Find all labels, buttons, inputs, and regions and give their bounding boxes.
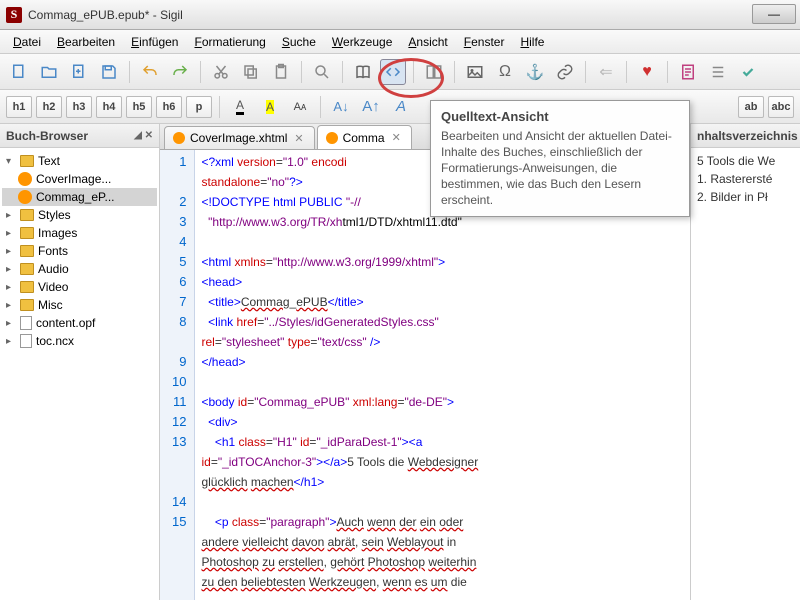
tooltip-body: Bearbeiten und Ansicht der aktuellen Dat… (441, 128, 679, 208)
sidebar: Buch-Browser ◢ ✕ ▾TextCoverImage...Comma… (0, 124, 160, 600)
tree-item[interactable]: ▸content.opf (2, 314, 157, 332)
tree-item[interactable]: ▸Misc (2, 296, 157, 314)
toc-item[interactable]: 2. Bilder in Pł (697, 188, 794, 206)
tree-item[interactable]: ▸Fonts (2, 242, 157, 260)
menu-suche[interactable]: Suche (275, 33, 323, 51)
cut-icon[interactable] (208, 59, 234, 85)
heading-h4-button[interactable]: h4 (96, 96, 122, 118)
image-icon[interactable] (462, 59, 488, 85)
tree-item[interactable]: ▸Styles (2, 206, 157, 224)
tree-item[interactable]: ▸Audio (2, 260, 157, 278)
tree-item[interactable]: Commag_eP... (2, 188, 157, 206)
heading-h6-button[interactable]: h6 (156, 96, 182, 118)
window-title: Commag_ePUB.epub* - Sigil (28, 8, 183, 22)
menu-datei[interactable]: Datei (6, 33, 48, 51)
editor-tab[interactable]: CoverImage.xhtml✕ (164, 126, 315, 149)
heading-h5-button[interactable]: h5 (126, 96, 152, 118)
menu-einfügen[interactable]: Einfügen (124, 33, 185, 51)
tooltip: Quelltext-Ansicht Bearbeiten und Ansicht… (430, 100, 690, 217)
heading-p-button[interactable]: p (186, 96, 212, 118)
special-char-icon[interactable]: Ω (492, 59, 518, 85)
tree-item[interactable]: ▸Images (2, 224, 157, 242)
app-icon: S (6, 7, 22, 23)
line-gutter: 1 2345678 910111213 1415 (160, 150, 195, 600)
search-icon[interactable] (309, 59, 335, 85)
toc-item[interactable]: 1. Rasterersté (697, 170, 794, 188)
text-smaller-icon[interactable]: A↓ (328, 94, 354, 120)
menu-fenster[interactable]: Fenster (457, 33, 512, 51)
heading-h1-button[interactable]: h1 (6, 96, 32, 118)
sidebar-controls[interactable]: ◢ ✕ (134, 130, 153, 141)
source-code[interactable]: <?xml version="1.0" encodi standalone="n… (195, 150, 484, 600)
toc-panel: nhaltsverzeichnis 5 Tools die We1. Raste… (690, 124, 800, 600)
toc-list: 5 Tools die We1. Rasterersté2. Bilder in… (691, 148, 800, 210)
heading-h3-button[interactable]: h3 (66, 96, 92, 118)
toc-header: nhaltsverzeichnis (691, 124, 800, 148)
toc-icon[interactable] (705, 59, 731, 85)
tree-item[interactable]: ▸toc.ncx (2, 332, 157, 350)
sidebar-header: Buch-Browser ◢ ✕ (0, 124, 159, 148)
link-icon[interactable] (552, 59, 578, 85)
metadata-icon[interactable] (675, 59, 701, 85)
open-icon[interactable] (36, 59, 62, 85)
undo-icon[interactable] (137, 59, 163, 85)
minimize-button[interactable]: — (752, 4, 796, 24)
menu-formatierung[interactable]: Formatierung (187, 33, 272, 51)
menu-bearbeiten[interactable]: Bearbeiten (50, 33, 122, 51)
favorite-icon[interactable]: ♥ (634, 59, 660, 85)
titlebar: S Commag_ePUB.epub* - Sigil — (0, 0, 800, 30)
add-file-icon[interactable] (66, 59, 92, 85)
sidebar-title: Buch-Browser (6, 129, 88, 143)
copy-icon[interactable] (238, 59, 264, 85)
toolbar-main: Ω ⚓ ⇐ ♥ (0, 54, 800, 90)
close-tab-icon[interactable]: ✕ (390, 131, 403, 144)
code-area[interactable]: 1 2345678 910111213 1415 <?xml version="… (160, 150, 690, 600)
font-color-icon[interactable]: A (227, 94, 253, 120)
split-icon[interactable] (421, 59, 447, 85)
tree-item[interactable]: ▾Text (2, 152, 157, 170)
editor-tab[interactable]: Comma✕ (317, 125, 412, 149)
paste-icon[interactable] (268, 59, 294, 85)
book-view-icon[interactable] (350, 59, 376, 85)
menu-hilfe[interactable]: Hilfe (513, 33, 551, 51)
tree-item[interactable]: CoverImage... (2, 170, 157, 188)
highlight-icon[interactable]: A (257, 94, 283, 120)
text-larger-icon[interactable]: A↑ (358, 94, 384, 120)
tag-ab-button[interactable]: ab (738, 96, 764, 118)
back-icon[interactable]: ⇐ (593, 59, 619, 85)
menu-werkzeuge[interactable]: Werkzeuge (325, 33, 399, 51)
menubar: DateiBearbeitenEinfügenFormatierungSuche… (0, 30, 800, 54)
anchor-icon[interactable]: ⚓ (522, 59, 548, 85)
tag-abc-button[interactable]: abc (768, 96, 794, 118)
tooltip-title: Quelltext-Ansicht (441, 109, 679, 124)
toc-item[interactable]: 5 Tools die We (697, 152, 794, 170)
save-icon[interactable] (96, 59, 122, 85)
menu-ansicht[interactable]: Ansicht (401, 33, 454, 51)
redo-icon[interactable] (167, 59, 193, 85)
font-size-icon[interactable]: Aᴀ (287, 94, 313, 120)
validate-icon[interactable] (735, 59, 761, 85)
code-view-icon[interactable] (380, 59, 406, 85)
new-icon[interactable] (6, 59, 32, 85)
text-style-icon[interactable]: A (388, 94, 414, 120)
close-tab-icon[interactable]: ✕ (292, 132, 305, 145)
file-tree: ▾TextCoverImage...Commag_eP...▸Styles▸Im… (0, 148, 159, 600)
heading-h2-button[interactable]: h2 (36, 96, 62, 118)
tree-item[interactable]: ▸Video (2, 278, 157, 296)
